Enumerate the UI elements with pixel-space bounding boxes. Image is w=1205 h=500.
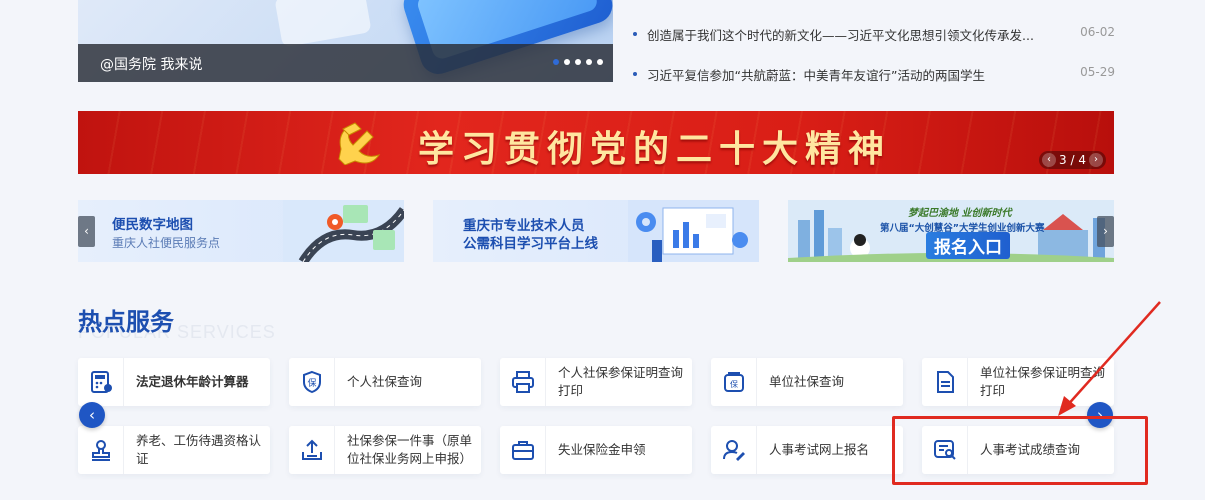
- document-icon: [922, 358, 968, 406]
- card-title: 便民数字地图: [112, 217, 193, 233]
- carousel-dot[interactable]: [586, 59, 592, 65]
- user-edit-icon: [711, 426, 757, 474]
- cards-prev-button[interactable]: ‹: [78, 216, 95, 247]
- service-label: 个人社保查询: [347, 374, 423, 389]
- section-title: 热点服务: [78, 308, 174, 336]
- calculator-icon: [78, 358, 124, 406]
- hero-caption-bar: @国务院 我来说: [78, 44, 613, 82]
- news-item[interactable]: 习近平复信参加“共航蔚蓝：中美青年友谊行”活动的两国学生 05-29: [633, 65, 1115, 85]
- service-label: 失业保险金申领: [558, 442, 646, 457]
- card-slogan: 梦起巴渝地 业创新时代: [908, 208, 1012, 219]
- service-personal-certificate-print[interactable]: 个人社保参保证明查询打印: [500, 358, 692, 406]
- service-exam-registration[interactable]: 人事考试网上报名: [711, 426, 903, 474]
- pointer-arrow-icon: [1058, 301, 1161, 416]
- svg-text:保: 保: [730, 379, 738, 389]
- wallet-shield-icon: 保: [711, 358, 757, 406]
- banner-pager: ‹ 3 / 4 ›: [1039, 151, 1106, 169]
- upload-icon: [289, 426, 335, 474]
- news-title[interactable]: 创造属于我们这个时代的新文化——习近平文化思想引领文化传承发...: [647, 25, 1034, 44]
- carousel-dot[interactable]: [564, 59, 570, 65]
- hero-illustration: [274, 0, 372, 48]
- service-company-insurance-query[interactable]: 保 单位社保查询: [711, 358, 903, 406]
- service-label: 单位社保查询: [769, 374, 845, 389]
- carousel-dot[interactable]: [597, 59, 603, 65]
- service-unemployment-benefit[interactable]: 失业保险金申领: [500, 426, 692, 474]
- card-subtitle: 重庆人社便民服务点: [112, 236, 221, 250]
- party-emblem-icon: [338, 122, 381, 165]
- service-personal-insurance-query[interactable]: 保 个人社保查询: [289, 358, 481, 406]
- service-label: 养老、工伤待遇资格认证: [136, 433, 262, 466]
- banner-page-indicator: 3 / 4: [1059, 153, 1086, 167]
- news-title[interactable]: 习近平复信参加“共航蔚蓝：中美青年友谊行”活动的两国学生: [647, 65, 985, 84]
- carousel-dot[interactable]: [553, 59, 559, 65]
- printer-icon: [500, 358, 546, 406]
- cards-next-button[interactable]: ›: [1097, 216, 1114, 247]
- card-title-line2: 公需科目学习平台上线: [463, 236, 598, 252]
- news-date: 05-29: [1080, 65, 1115, 79]
- shield-badge-icon: 保: [289, 358, 335, 406]
- news-date: 06-02: [1080, 25, 1115, 39]
- service-retirement-calculator[interactable]: 法定退休年龄计算器: [78, 358, 270, 406]
- service-label: 人事考试网上报名: [769, 442, 870, 457]
- briefcase-icon: [500, 426, 546, 474]
- bullet-icon: [633, 72, 637, 76]
- card-competition-signup[interactable]: 梦起巴渝地 业创新时代 第八届“大创慧谷”大学生创业创新大赛 报名入口: [788, 200, 1114, 262]
- signup-entry-button[interactable]: 报名入口: [926, 232, 1010, 259]
- party-banner[interactable]: 学习贯彻党的二十大精神 ‹ 3 / 4 ›: [78, 111, 1114, 174]
- map-illustration: [283, 200, 404, 262]
- card-title: 重庆市专业技术人员: [463, 218, 585, 234]
- stamp-icon: [78, 426, 124, 474]
- carousel-dot[interactable]: [575, 59, 581, 65]
- services-prev-button[interactable]: ‹: [79, 402, 105, 428]
- highlight-box: [892, 416, 1148, 485]
- card-digital-map[interactable]: 便民数字地图 重庆人社便民服务点: [78, 200, 404, 262]
- dashboard-illustration: [628, 200, 759, 262]
- hero-carousel[interactable]: @国务院 我来说: [78, 0, 613, 82]
- svg-text:保: 保: [307, 377, 316, 389]
- hero-caption[interactable]: @国务院 我来说: [100, 54, 202, 74]
- service-insurance-one-thing[interactable]: 社保参保一件事（原单位社保业务网上申报）: [289, 426, 481, 474]
- banner-next-button[interactable]: ›: [1089, 153, 1103, 167]
- bullet-icon: [633, 32, 637, 36]
- banner-slogan: 学习贯彻党的二十大精神: [418, 128, 892, 170]
- banner-prev-button[interactable]: ‹: [1042, 153, 1057, 167]
- carousel-dots: [553, 59, 603, 65]
- service-label: 社保参保一件事（原单位社保业务网上申报）: [347, 433, 473, 466]
- service-pension-qualification[interactable]: 养老、工伤待遇资格认证: [78, 426, 270, 474]
- news-item[interactable]: 创造属于我们这个时代的新文化——习近平文化思想引领文化传承发... 06-02: [633, 25, 1115, 45]
- card-learning-platform[interactable]: 重庆市专业技术人员 公需科目学习平台上线: [433, 200, 759, 262]
- service-label: 个人社保参保证明查询打印: [558, 365, 684, 398]
- service-label: 法定退休年龄计算器: [136, 374, 249, 389]
